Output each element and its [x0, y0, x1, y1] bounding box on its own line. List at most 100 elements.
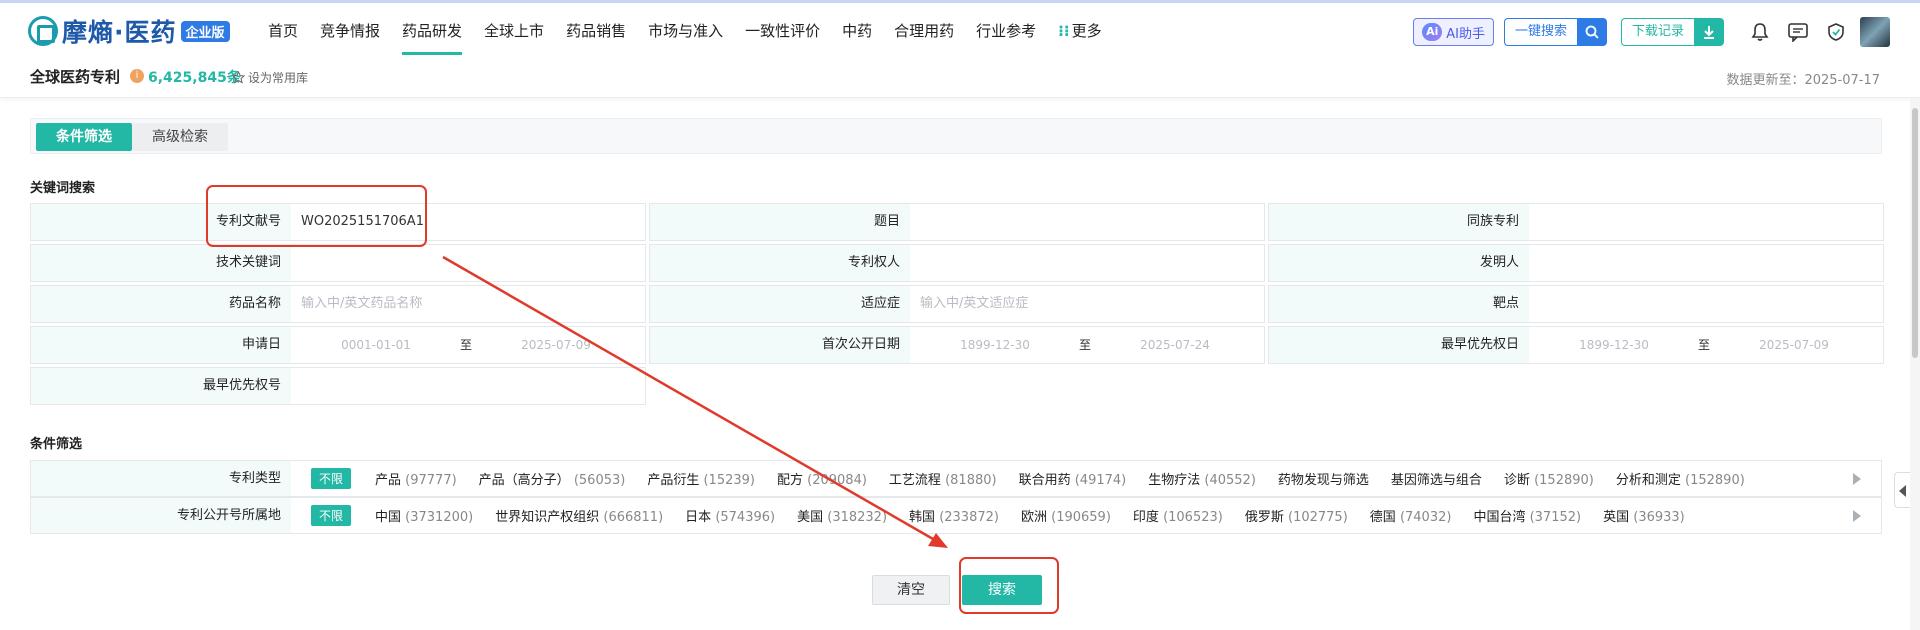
patent-doc-number-input[interactable]: WO2025151706A1 — [291, 204, 645, 240]
field-application-date: 申请日 0001-01-01 至 2025-07-09 — [30, 326, 646, 364]
filter-option[interactable]: 基因筛选与组合 — [1391, 469, 1482, 488]
nav-item[interactable]: 竞争情报 — [320, 3, 380, 59]
filter-options: 不限 产品 (97777) 产品（高分子） (56053) 产品衍生 (15239)… — [291, 461, 1881, 496]
filter-option[interactable]: 德国 (74032) — [1370, 506, 1452, 525]
bell-icon[interactable] — [1746, 18, 1774, 46]
nav-item[interactable]: 药品销售 — [566, 3, 626, 59]
field-label: 申请日 — [31, 327, 291, 363]
filter-option[interactable]: 联合用药 (49174) — [1019, 469, 1127, 488]
side-panel-toggle[interactable] — [1894, 472, 1910, 508]
filter-option-name: 欧洲 — [1020, 510, 1047, 525]
filter-option-count: (233872) — [939, 510, 999, 525]
ai-assistant-label: AI助手 — [1446, 26, 1485, 42]
field-patent-doc-number: 专利文献号 WO2025151706A1 — [30, 203, 646, 241]
filter-option-name: 配方 — [776, 473, 803, 488]
ai-assistant-button[interactable]: Ai AI助手 — [1413, 18, 1494, 46]
filter-option[interactable]: 俄罗斯 (102775) — [1245, 506, 1348, 525]
nav-item[interactable]: 中药 — [842, 3, 872, 59]
filter-option-name: 产品衍生 — [647, 473, 700, 488]
inventor-input[interactable] — [1529, 245, 1883, 281]
title-input[interactable] — [910, 204, 1264, 240]
filter-option-name: 英国 — [1603, 510, 1630, 525]
quick-search-button[interactable]: 一键搜索 — [1503, 18, 1607, 46]
nav-item[interactable]: 全球上市 — [484, 3, 544, 59]
filter-option-name: 生物疗法 — [1148, 473, 1201, 488]
target-input[interactable] — [1529, 286, 1883, 322]
filter-option[interactable]: 生物疗法 (40552) — [1148, 469, 1256, 488]
date-from-input[interactable]: 0001-01-01 — [301, 327, 451, 363]
tab-advanced-search[interactable]: 高级检索 — [132, 123, 228, 151]
date-from-input[interactable]: 1899-12-30 — [920, 327, 1070, 363]
drug-name-input[interactable]: 输入中/英文药品名称 — [291, 286, 645, 322]
indication-input[interactable]: 输入中/英文适应症 — [910, 286, 1264, 322]
download-icon[interactable] — [1694, 18, 1724, 46]
filter-option[interactable]: 世界知识产权组织 (666811) — [495, 506, 663, 525]
filter-unlimited[interactable]: 不限 — [311, 505, 352, 526]
filter-option[interactable]: 美国 (318232) — [797, 506, 887, 525]
filter-option[interactable]: 诊断 (152890) — [1504, 469, 1594, 488]
page-scrollbar[interactable] — [1910, 98, 1920, 630]
filter-option[interactable]: 中国台湾 (37152) — [1473, 506, 1581, 525]
nav-item[interactable]: 一致性评价 — [745, 3, 820, 59]
expand-right-icon[interactable] — [1853, 473, 1861, 485]
tab-condition-filter[interactable]: 条件筛选 — [36, 123, 132, 151]
tech-keyword-input[interactable] — [291, 245, 645, 281]
filter-option[interactable]: 英国 (36933) — [1603, 506, 1685, 525]
family-patent-input[interactable] — [1529, 204, 1883, 240]
keyword-section-title: 关键词搜索 — [30, 181, 96, 196]
set-favorite-button[interactable]: 设为常用库 — [232, 69, 308, 86]
date-from-input[interactable]: 1899-12-30 — [1539, 327, 1689, 363]
patentee-input[interactable] — [910, 245, 1264, 281]
filter-option-name: 产品 — [375, 473, 402, 488]
filter-option[interactable]: 分析和测定 (152890) — [1616, 469, 1745, 488]
nav-item[interactable]: 合理用药 — [894, 3, 954, 59]
data-update-date: 数据更新至：2025-07-17 — [1726, 73, 1880, 88]
filter-option[interactable]: 韩国 (233872) — [909, 506, 999, 525]
field-patentee: 专利权人 — [649, 244, 1265, 282]
nav-more[interactable]: ⁝⁝ 更多 — [1058, 3, 1101, 59]
info-icon[interactable]: i — [130, 69, 144, 83]
filter-option[interactable]: 配方 (209084) — [777, 469, 867, 488]
filter-option-count: (74032) — [1399, 510, 1452, 525]
filter-option-name: 世界知识产权组织 — [495, 510, 600, 525]
user-avatar[interactable] — [1860, 17, 1890, 47]
filter-option[interactable]: 工艺流程 (81880) — [889, 469, 997, 488]
filter-option[interactable]: 欧洲 (190659) — [1021, 506, 1111, 525]
filter-unlimited[interactable]: 不限 — [311, 468, 352, 489]
filter-option[interactable]: 中国 (3731200) — [375, 506, 473, 525]
clear-button[interactable]: 清空 — [872, 575, 950, 605]
date-to-input[interactable]: 2025-07-24 — [1100, 327, 1250, 363]
scrollbar-thumb[interactable] — [1912, 108, 1918, 358]
field-label: 专利文献号 — [31, 204, 291, 240]
filter-section-title: 条件筛选 — [30, 437, 83, 452]
filter-option-name: 美国 — [797, 510, 824, 525]
filter-option[interactable]: 产品 (97777) — [375, 469, 457, 488]
message-icon[interactable] — [1784, 18, 1812, 46]
filter-option-count: (666811) — [603, 510, 664, 525]
filter-option[interactable]: 产品衍生 (15239) — [647, 469, 755, 488]
nav-item[interactable]: 市场与准入 — [648, 3, 723, 59]
header-actions: Ai AI助手 一键搜索 下载记录 — [1413, 17, 1890, 47]
date-to-input[interactable]: 2025-07-09 — [1719, 327, 1869, 363]
date-range: 0001-01-01 至 2025-07-09 — [291, 327, 645, 363]
filter-option[interactable]: 药物发现与筛选 — [1278, 469, 1369, 488]
search-button[interactable]: 搜索 — [962, 575, 1042, 605]
expand-right-icon[interactable] — [1853, 510, 1861, 522]
nav-item[interactable]: 首页 — [268, 3, 298, 59]
filter-option-count: (318232) — [827, 510, 888, 525]
filter-option-name: 产品（高分子） — [478, 473, 570, 488]
star-icon — [232, 71, 245, 84]
search-icon[interactable] — [1576, 18, 1607, 46]
filter-option[interactable]: 日本 (574396) — [685, 506, 775, 525]
nav-item[interactable]: 行业参考 — [976, 3, 1036, 59]
download-records-button[interactable]: 下载记录 — [1620, 18, 1724, 46]
shield-icon[interactable] — [1822, 18, 1850, 46]
app-logo[interactable]: 摩熵·医药 企业版 — [28, 15, 230, 47]
filter-option-count: (49174) — [1074, 473, 1127, 488]
nav-item[interactable]: 药品研发 — [402, 3, 463, 59]
filter-option[interactable]: 印度 (106523) — [1133, 506, 1223, 525]
record-count: 6,425,845条 — [148, 70, 241, 86]
earliest-priority-number-input[interactable] — [291, 368, 645, 404]
filter-option[interactable]: 产品（高分子） (56053) — [479, 469, 626, 488]
date-to-input[interactable]: 2025-07-09 — [481, 327, 631, 363]
